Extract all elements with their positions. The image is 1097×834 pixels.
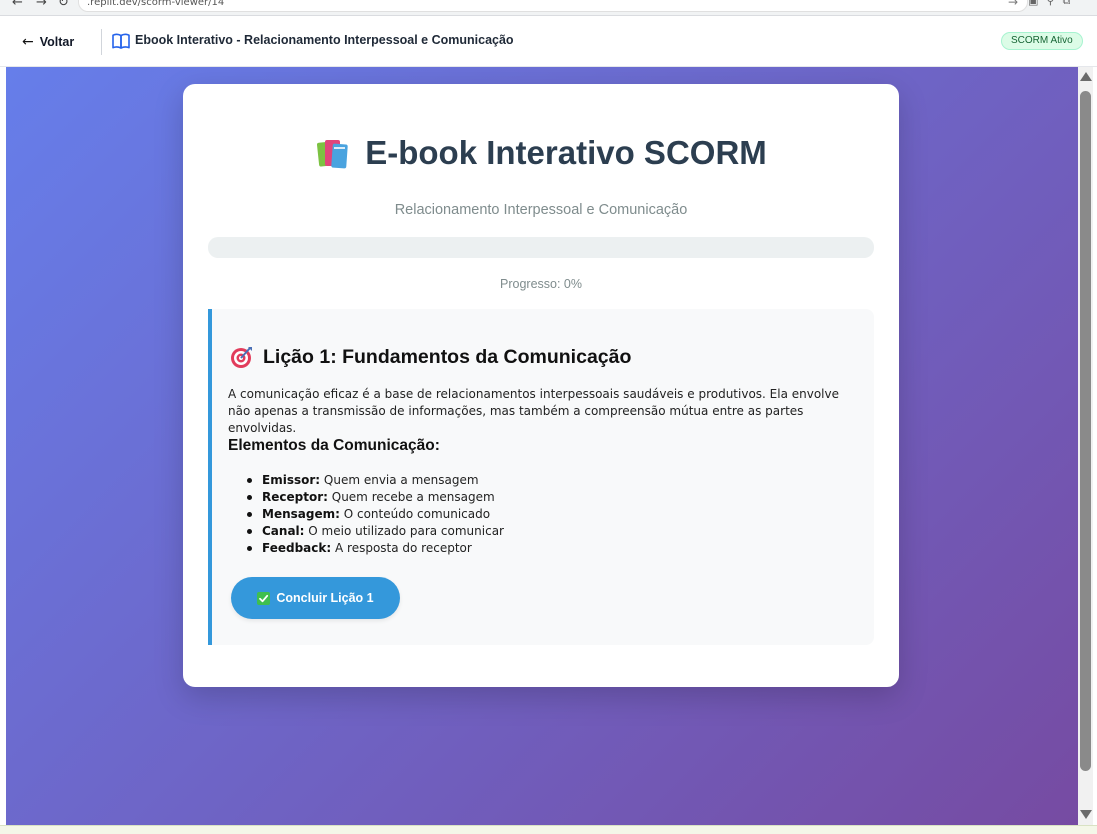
- list-item: Feedback: A resposta do receptor: [245, 540, 805, 557]
- ebook-subtitle: Relacionamento Interpessoal e Comunicaçã…: [394, 202, 688, 218]
- address-bar[interactable]: .replit.dev/scorm-viewer/14: [78, 0, 1028, 12]
- book-open-icon: [112, 33, 130, 49]
- list-item: Receptor: Quem recebe a mensagem: [245, 489, 805, 506]
- browser-reload-icon[interactable]: ↻: [58, 0, 69, 10]
- complete-lesson-button[interactable]: Concluir Lição 1: [231, 577, 400, 619]
- lesson-heading: Lição 1: Fundamentos da Comunicação: [230, 345, 631, 369]
- browser-extension-icons[interactable]: ▣⚲⧉: [1028, 0, 1078, 8]
- lesson-paragraph: A comunicação eficaz é a base de relacio…: [228, 387, 839, 435]
- vertical-scrollbar[interactable]: [1078, 67, 1093, 825]
- browser-toolbar: ← → ↻ .replit.dev/scorm-viewer/14 → ▣⚲⧉: [0, 0, 1097, 16]
- lesson-section: Lição 1: Fundamentos da Comunicação A co…: [208, 309, 874, 645]
- books-icon: [317, 140, 348, 169]
- lesson-title: Lição 1: Fundamentos da Comunicação: [263, 345, 632, 368]
- header-divider: [101, 29, 102, 55]
- browser-back-icon[interactable]: ←: [12, 0, 23, 10]
- elements-heading: Elementos da Comunicação:: [228, 437, 440, 454]
- ebook-card: E-book Interativo SCORM Relacionamento I…: [183, 84, 899, 687]
- check-box-icon: [257, 591, 271, 605]
- list-item: Canal: O meio utilizado para comunicar: [245, 523, 805, 540]
- arrow-left-icon: ←: [22, 34, 34, 50]
- progress-bar: [208, 237, 874, 258]
- ebook-hero: E-book Interativo SCORM: [183, 134, 899, 172]
- scroll-down-arrow-icon[interactable]: [1080, 810, 1092, 819]
- back-button[interactable]: ← Voltar: [22, 30, 74, 54]
- window-bottom-strip: [0, 825, 1097, 834]
- target-icon: [231, 347, 252, 368]
- browser-forward-icon[interactable]: →: [36, 0, 47, 10]
- scorm-viewer: E-book Interativo SCORM Relacionamento I…: [6, 67, 1078, 825]
- scrollbar-thumb[interactable]: [1080, 91, 1091, 771]
- window-right-margin: [1093, 67, 1097, 825]
- progress-label: Progresso: 0%: [500, 277, 582, 291]
- address-bar-url: .replit.dev/scorm-viewer/14: [87, 0, 225, 8]
- page-title: Ebook Interativo - Relacionamento Interp…: [135, 33, 514, 47]
- elements-list: Emissor: Quem envia a mensagem Receptor:…: [245, 472, 805, 557]
- status-badge: SCORM Ativo: [1001, 32, 1083, 50]
- scroll-up-arrow-icon[interactable]: [1080, 72, 1092, 81]
- complete-lesson-label: Concluir Lição 1: [276, 591, 374, 605]
- list-item: Emissor: Quem envia a mensagem: [245, 472, 805, 489]
- back-button-label: Voltar: [39, 35, 75, 49]
- go-arrow-icon[interactable]: →: [1008, 0, 1018, 9]
- app-header: ← Voltar Ebook Interativo - Relacionamen…: [0, 17, 1097, 67]
- list-item: Mensagem: O conteúdo comunicado: [245, 506, 805, 523]
- ebook-title: E-book Interativo SCORM: [365, 134, 767, 171]
